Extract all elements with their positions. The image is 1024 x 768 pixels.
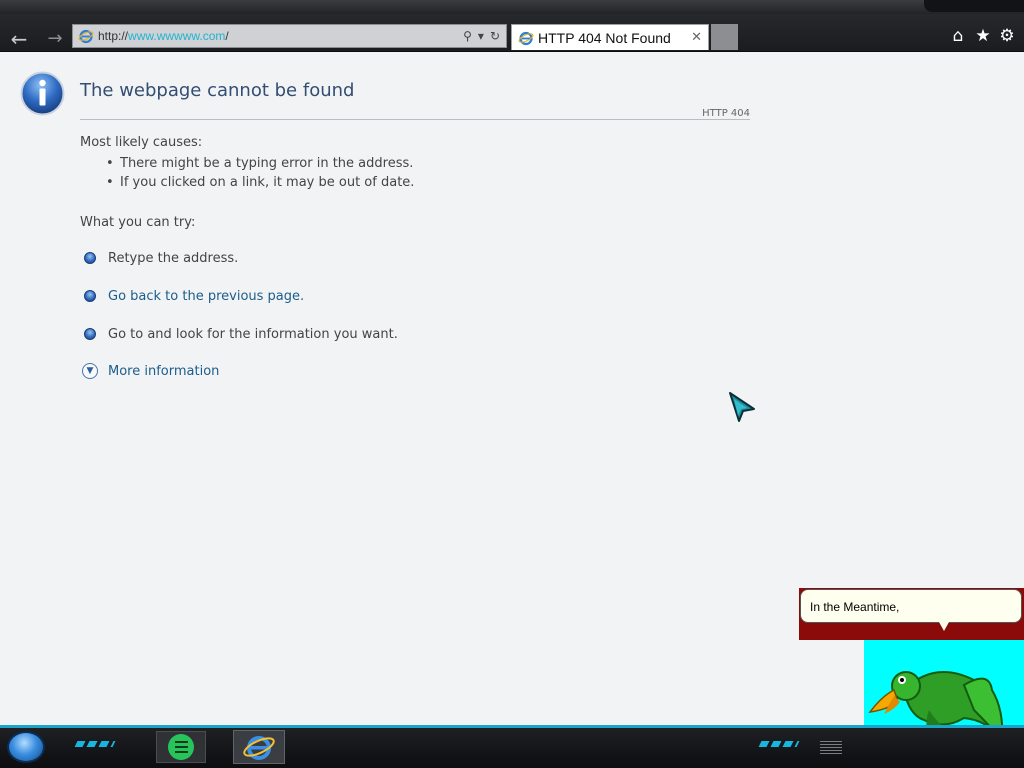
blue-orb-icon <box>84 290 96 302</box>
try-item-go-back: Go back to the previous page. <box>84 287 304 305</box>
address-path: / <box>225 29 229 43</box>
gear-icon[interactable]: ⚙ <box>997 26 1017 46</box>
cause-item: • There might be a typing error in the ad… <box>106 156 413 171</box>
cause-text: There might be a typing error in the add… <box>120 156 414 171</box>
blue-orb-icon <box>84 252 96 264</box>
window-top-notch <box>924 0 1024 12</box>
bullet-dot-icon: • <box>106 175 114 190</box>
assistant-speech-frame: In the Meantime, <box>799 588 1024 640</box>
causes-heading: Most likely causes: <box>80 135 203 150</box>
address-bar[interactable]: http://www.wwwww.com/ ⚲ ▾ ↻ <box>72 24 507 48</box>
window-top-edge <box>0 0 1024 14</box>
try-item-go-to: Go to and look for the information you w… <box>84 325 398 343</box>
search-icon[interactable]: ⚲ <box>463 29 472 43</box>
start-button[interactable] <box>7 731 45 763</box>
taskbar-decoration <box>758 741 800 747</box>
title-divider <box>80 119 750 120</box>
address-scheme: http:// <box>98 29 129 43</box>
taskbar-app-notes[interactable] <box>156 731 206 763</box>
refresh-icon[interactable]: ↻ <box>490 29 500 43</box>
tray-grip <box>820 741 842 755</box>
ie-page-icon <box>78 29 94 44</box>
browser-toolbar: ← → http://www.wwwww.com/ ⚲ ▾ ↻ HTTP 404… <box>0 0 1024 52</box>
cause-text: If you clicked on a link, it may be out … <box>120 175 415 190</box>
go-back-link[interactable]: Go back to the previous page. <box>108 289 304 304</box>
address-url: http://www.wwwww.com/ <box>98 29 229 43</box>
speech-bubble: In the Meantime, <box>800 589 1022 623</box>
try-heading: What you can try: <box>80 215 196 230</box>
notes-app-icon <box>168 734 194 760</box>
star-icon[interactable]: ★ <box>973 26 993 46</box>
tab-title: HTTP 404 Not Found <box>538 29 671 46</box>
taskbar-app-internet-explorer[interactable] <box>233 730 285 764</box>
more-information-link[interactable]: ▼ More information <box>82 363 219 379</box>
internet-explorer-icon <box>243 736 275 760</box>
page-title: The webpage cannot be found <box>80 80 355 101</box>
taskbar-decoration <box>74 741 116 747</box>
cause-item: • If you clicked on a link, it may be out… <box>106 175 414 190</box>
more-information-label[interactable]: More information <box>108 364 219 379</box>
http-status-code: HTTP 404 <box>702 108 750 119</box>
expand-chevron-icon[interactable]: ▼ <box>82 363 98 379</box>
taskbar <box>0 725 1024 768</box>
forward-arrow-icon[interactable]: → <box>42 28 68 50</box>
ie-tab-icon <box>518 31 534 45</box>
close-tab-icon[interactable]: ✕ <box>691 30 702 45</box>
try-text: Retype the address. <box>108 250 239 266</box>
dropdown-arrow-icon[interactable]: ▾ <box>478 29 484 43</box>
home-icon[interactable]: ⌂ <box>948 26 968 46</box>
mouse-cursor-icon <box>729 392 755 422</box>
back-arrow-icon[interactable]: ← <box>6 28 32 50</box>
info-icon <box>20 71 65 116</box>
blue-orb-icon <box>84 328 96 340</box>
try-text: Go to and look for the information you w… <box>108 326 398 342</box>
speech-bubble-tail <box>939 622 949 631</box>
tab-active[interactable]: HTTP 404 Not Found ✕ <box>511 24 709 50</box>
address-host: www.wwwww.com <box>128 29 226 43</box>
bullet-dot-icon: • <box>106 156 114 171</box>
new-tab-button[interactable] <box>711 24 738 50</box>
try-item-retype: Retype the address. <box>84 249 238 267</box>
